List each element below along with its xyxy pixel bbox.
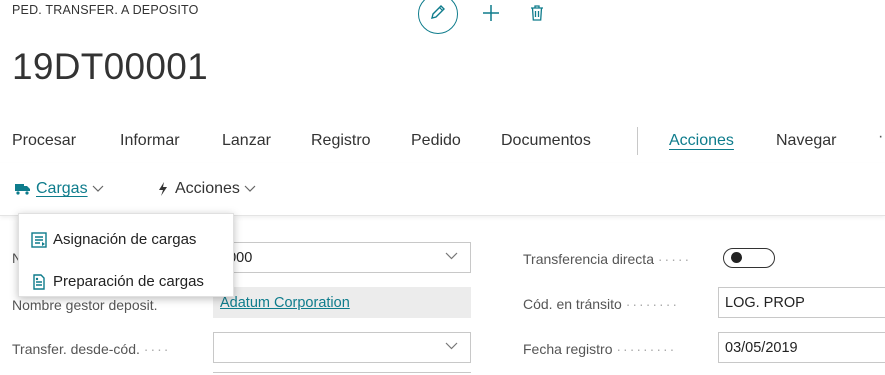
transfer-desde-label: Transfer. desde-cód. ····: [12, 341, 171, 357]
edit-button[interactable]: [418, 0, 458, 34]
header-actions: [418, 0, 545, 34]
menu-documentos[interactable]: Documentos: [501, 132, 591, 150]
menu-lanzar[interactable]: Lanzar: [222, 132, 271, 150]
acciones-label: Acciones: [175, 180, 240, 197]
menu-divider: [637, 127, 638, 155]
chevron-down-icon: [92, 185, 104, 193]
nombre-gestor-link[interactable]: Adatum Corporation: [220, 295, 350, 311]
menu-pedido[interactable]: Pedido: [411, 132, 461, 150]
menu-overflow-icon[interactable]: ·: [878, 128, 883, 146]
fecha-registro-value: 03/05/2019: [725, 339, 798, 356]
sub-action-bar: Cargas Acciones: [0, 163, 885, 216]
menu-registro[interactable]: Registro: [311, 132, 371, 150]
transfer-desde-field[interactable]: [213, 332, 471, 363]
no-field[interactable]: 0000: [213, 242, 471, 273]
preparacion-label: Preparación de cargas: [53, 273, 204, 290]
prepare-loads-icon: [31, 273, 47, 290]
trash-icon: [529, 4, 545, 27]
edit-icon: [429, 3, 447, 26]
dropdown-item-preparacion[interactable]: Preparación de cargas: [31, 273, 204, 290]
fecha-registro-label: Fecha registro ·········: [523, 341, 677, 357]
plus-icon: [481, 3, 501, 28]
acciones-menu[interactable]: Acciones: [158, 180, 256, 198]
menu-informar[interactable]: Informar: [120, 132, 180, 150]
page-title: 19DT00001: [12, 46, 209, 87]
chevron-down-icon[interactable]: [445, 342, 458, 350]
transferencia-directa-label: Transferencia directa ·····: [523, 251, 692, 267]
delete-button[interactable]: [529, 4, 545, 27]
cargas-menu[interactable]: Cargas: [15, 180, 104, 198]
asignacion-label: Asignación de cargas: [53, 231, 197, 248]
menu-acciones[interactable]: Acciones: [669, 132, 734, 150]
cod-transito-field[interactable]: LOG. PROP: [718, 287, 885, 318]
menu-procesar[interactable]: Procesar: [12, 132, 76, 150]
cod-transito-label: Cód. en tránsito ········: [523, 296, 680, 312]
chevron-down-icon[interactable]: [445, 252, 458, 260]
page-caption: PED. TRANSFER. A DEPOSITO: [12, 3, 199, 17]
fecha-registro-field[interactable]: 03/05/2019: [718, 332, 885, 363]
action-menu-bar: Procesar Informar Lanzar Registro Pedido…: [0, 127, 885, 155]
menu-navegar[interactable]: Navegar: [776, 132, 836, 150]
dropdown-item-asignacion[interactable]: Asignación de cargas: [31, 231, 196, 248]
nombre-gestor-field: Adatum Corporation: [213, 287, 471, 318]
transferencia-directa-toggle[interactable]: [723, 248, 775, 268]
cod-transito-value: LOG. PROP: [725, 294, 805, 311]
truck-icon: [15, 183, 31, 195]
toggle-knob: [731, 252, 742, 263]
chevron-down-icon: [244, 185, 256, 193]
nombre-gestor-label: Nombre gestor deposit.: [12, 297, 158, 313]
cargas-dropdown: Asignación de cargas Preparación de carg…: [18, 213, 234, 297]
cargas-label: Cargas: [36, 180, 88, 197]
assign-loads-icon: [31, 231, 47, 248]
new-button[interactable]: [481, 3, 501, 28]
lightning-icon: [158, 182, 168, 196]
